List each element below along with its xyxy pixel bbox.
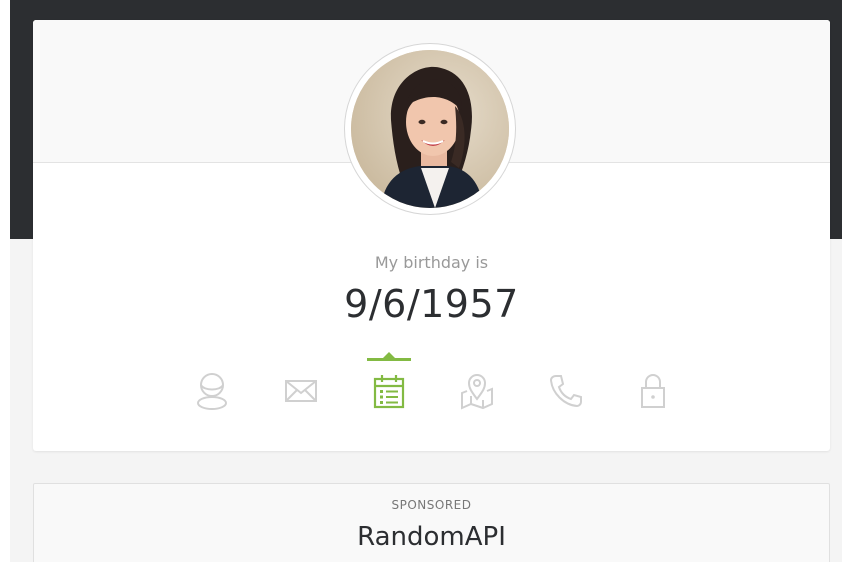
user-icon-button[interactable] [182, 355, 242, 425]
mail-icon-button[interactable] [271, 355, 331, 425]
info-title: My birthday is [374, 253, 489, 272]
sponsored-card[interactable]: SPONSORED RandomAPI [33, 483, 830, 562]
detail-icon-row [33, 352, 830, 435]
profile-card: My birthday is 9/6/1957 [33, 20, 830, 451]
avatar-ring [344, 43, 516, 215]
info-value: 9/6/1957 [344, 282, 519, 326]
lock-icon [641, 374, 665, 408]
page: My birthday is 9/6/1957 SPONSORED Random… [0, 0, 842, 562]
avatar-image [351, 50, 509, 208]
mail-icon [285, 380, 317, 402]
map-icon-button[interactable] [447, 355, 507, 425]
phone-icon-button[interactable] [535, 355, 595, 425]
phone-icon [549, 375, 582, 408]
sponsored-label: SPONSORED [391, 498, 472, 512]
lock-icon-button[interactable] [623, 355, 683, 425]
user-icon [197, 373, 227, 410]
calendar-icon [373, 375, 405, 409]
map-icon [461, 374, 493, 410]
avatar [351, 50, 509, 208]
active-indicator [367, 358, 411, 361]
sponsored-name[interactable]: RandomAPI [34, 522, 829, 552]
left-gutter [0, 0, 10, 562]
calendar-icon-button[interactable] [359, 352, 419, 425]
